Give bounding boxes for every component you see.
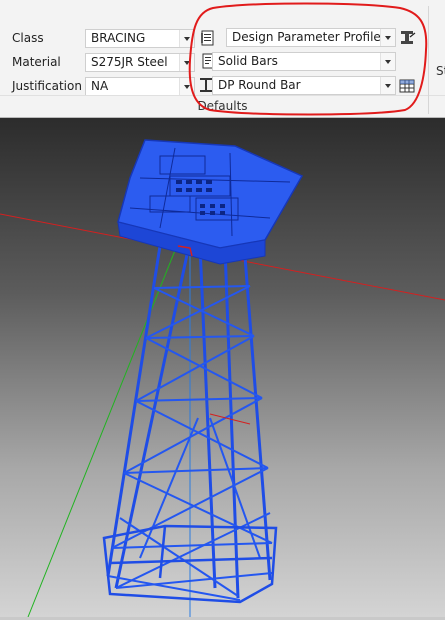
class-value: BRACING	[91, 31, 146, 45]
topside-deck	[117, 139, 304, 265]
jacket-structure-model[interactable]	[0, 118, 445, 618]
section-catalog-icon[interactable]	[398, 28, 416, 46]
shape-value: Solid Bars	[218, 54, 278, 68]
y-axis-line	[27, 237, 181, 618]
group-divider	[428, 6, 429, 114]
chevron-down-icon[interactable]	[179, 30, 194, 47]
section-dropdown[interactable]: DP Round Bar	[212, 76, 396, 95]
library-icon[interactable]	[199, 29, 217, 47]
justification-value: NA	[91, 79, 109, 93]
class-label: Class	[12, 31, 44, 45]
ribbon-group-label: Defaults	[197, 99, 248, 113]
chevron-down-icon[interactable]	[380, 53, 395, 70]
profiles-library-dropdown[interactable]: Design Parameter Profiles	[226, 28, 396, 47]
class-dropdown[interactable]: BRACING	[85, 29, 195, 48]
material-dropdown[interactable]: S275JR Steel	[85, 53, 195, 72]
section-value: DP Round Bar	[218, 78, 301, 92]
profiles-value: Design Parameter Profiles	[232, 30, 388, 44]
model-viewport[interactable]	[0, 118, 445, 618]
chevron-down-icon[interactable]	[179, 78, 194, 95]
chevron-down-icon[interactable]	[179, 54, 194, 71]
shape-dropdown[interactable]: Solid Bars	[212, 52, 396, 71]
justification-dropdown[interactable]: NA	[85, 77, 195, 96]
material-label: Material	[12, 55, 61, 69]
properties-ribbon-panel: Class BRACING Design Parameter Profiles …	[0, 0, 445, 118]
next-group-label-clipped: St	[436, 64, 445, 78]
chevron-down-icon[interactable]	[380, 77, 395, 94]
ribbon-separator	[0, 95, 445, 96]
chevron-down-icon[interactable]	[380, 29, 395, 46]
material-value: S275JR Steel	[91, 55, 168, 69]
table-icon[interactable]	[398, 77, 416, 95]
justification-label: Justification	[12, 79, 82, 93]
